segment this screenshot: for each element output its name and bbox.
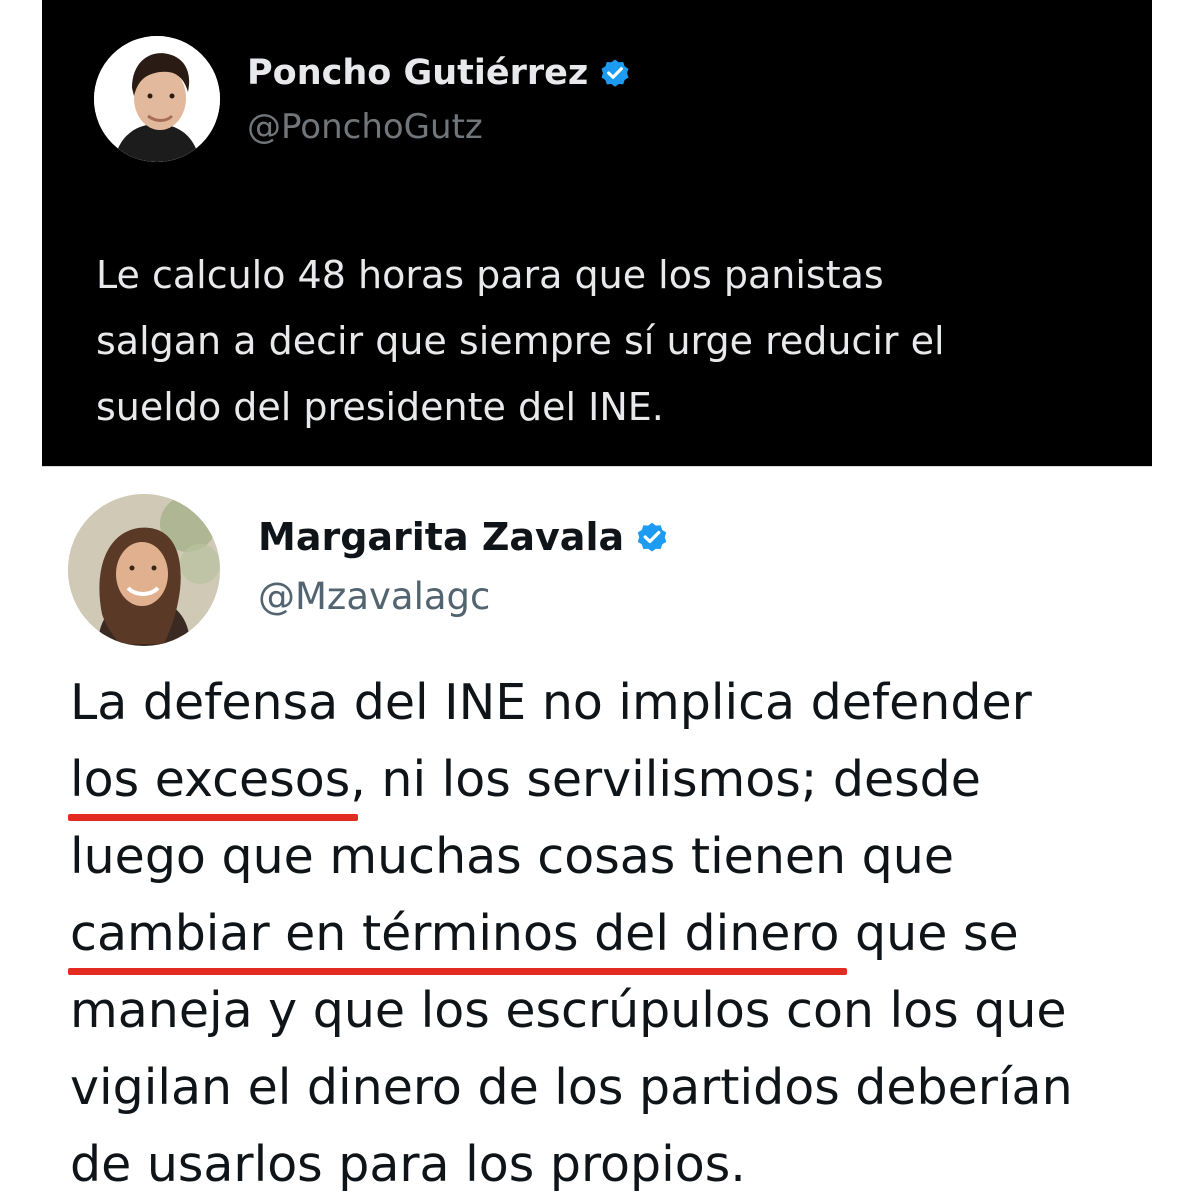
screenshot-stage: Poncho Gutiérrez @PonchoGutz Le calculo …: [0, 0, 1197, 1200]
tweet-text-line: sueldo del presidente del INE.: [96, 385, 664, 429]
avatar-photo-icon: [68, 494, 220, 646]
avatar-photo-icon: [94, 36, 220, 162]
tweet-text: La defensa del INE no implica defender l…: [67, 664, 1170, 1200]
tweet-text-line: salgan a decir que siempre sí urge reduc…: [96, 319, 945, 363]
display-name-text: Poncho Gutiérrez: [247, 53, 589, 93]
tweet-text-line: de usarlos para los propios.: [70, 1136, 746, 1193]
tweet-text-segment: que se: [839, 905, 1019, 962]
tweet-text: Le calculo 48 horas para que los panista…: [96, 242, 1116, 440]
tweet-text-line: maneja y que los escrúpulos con los que: [70, 982, 1067, 1039]
divider: [42, 466, 1152, 467]
user-handle[interactable]: @PonchoGutz: [247, 106, 483, 148]
tweet-text-line: Le calculo 48 horas para que los panista…: [96, 253, 884, 297]
highlighted-phrase: cambiar en términos del dinero: [67, 895, 848, 975]
highlighted-phrase: los excesos: [67, 741, 359, 821]
tweet-text-line: vigilan el dinero de los partidos deberí…: [70, 1059, 1073, 1116]
display-name-text: Margarita Zavala: [258, 515, 625, 559]
verified-badge-icon: [634, 519, 670, 555]
avatar[interactable]: [94, 36, 220, 162]
display-name[interactable]: Poncho Gutiérrez: [247, 52, 632, 94]
user-handle[interactable]: @Mzavalagc: [258, 574, 490, 620]
tweet-text-line: La defensa del INE no implica defender: [70, 674, 1032, 731]
avatar[interactable]: [68, 494, 220, 646]
tweet-text-segment: , ni los servilismos; desde: [350, 751, 981, 808]
tweet-text-line: los excesos, ni los servilismos; desde: [67, 741, 1170, 821]
verified-badge-icon: [598, 56, 632, 90]
display-name[interactable]: Margarita Zavala: [258, 514, 670, 560]
tweet-text-line: cambiar en términos del dinero que se: [67, 895, 1170, 975]
tweet-poncho: Poncho Gutiérrez @PonchoGutz Le calculo …: [42, 0, 1152, 466]
tweet-text-line: luego que muchas cosas tienen que: [70, 828, 954, 885]
